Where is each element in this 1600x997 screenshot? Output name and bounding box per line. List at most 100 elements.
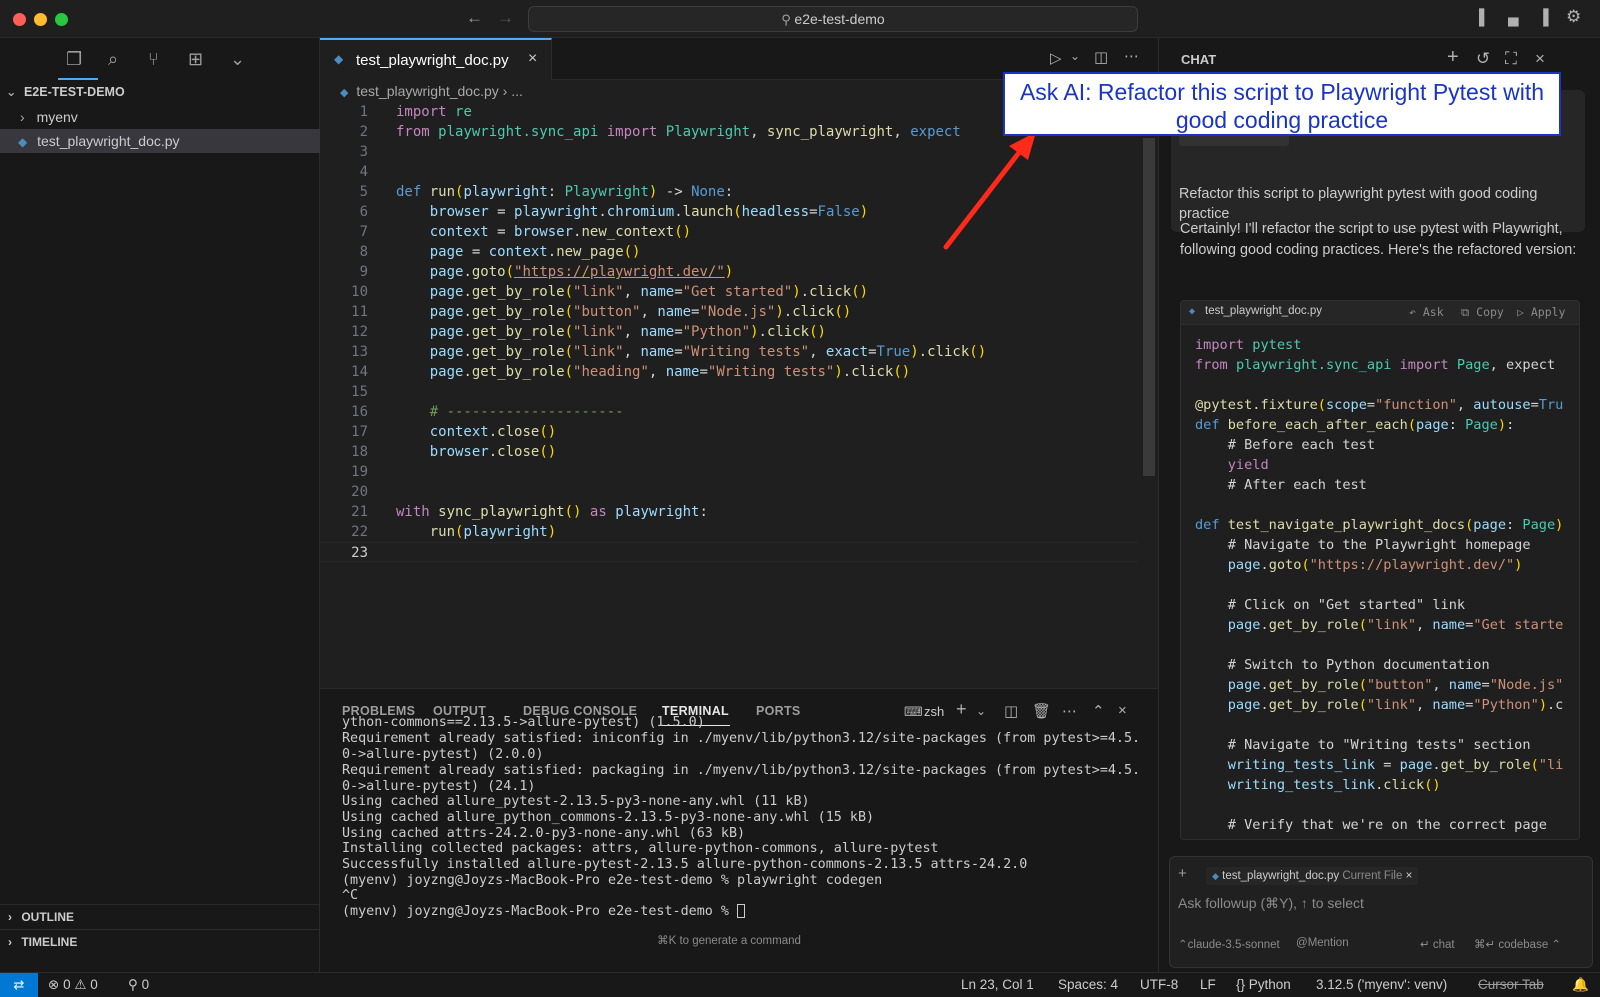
editor-tab-active[interactable]: ◆ test_playwright_doc.py ×: [320, 38, 552, 80]
chevron-up-icon: ⌃: [1548, 939, 1562, 951]
tab-ports[interactable]: PORTS: [756, 704, 801, 718]
expand-icon[interactable]: ⛶: [1505, 49, 1517, 69]
terminal-line: ^C: [342, 888, 359, 903]
tree-item-myenv[interactable]: › myenv: [0, 105, 320, 129]
trash-icon[interactable]: 🗑: [1032, 702, 1051, 720]
code-block-filename: test_playwright_doc.py: [1205, 305, 1322, 317]
chevron-down-icon: ⌄: [6, 85, 17, 99]
apply-button[interactable]: ▷ Apply: [1517, 305, 1565, 319]
workspace-title: e2e-test-demo: [794, 11, 885, 27]
workspace-root[interactable]: ⌄ E2E-TEST-DEMO: [0, 80, 320, 104]
cursor-tab-status[interactable]: Cursor Tab: [1478, 977, 1544, 992]
chevron-down-icon[interactable]: ⌄: [976, 704, 986, 718]
code-line: # Verify that we're on the correct page: [1195, 817, 1547, 833]
chevron-right-icon: ›: [20, 109, 25, 125]
indentation[interactable]: Spaces: 4: [1058, 977, 1118, 992]
maximize-panel-icon[interactable]: ⌃: [1092, 702, 1105, 720]
more-actions-icon[interactable]: ⋯: [1062, 702, 1077, 720]
line-number: 5: [359, 184, 368, 200]
minimize-window-button[interactable]: [34, 13, 47, 26]
code-line: yield: [1227, 457, 1269, 473]
add-context-icon[interactable]: +: [1178, 865, 1187, 882]
tree-item-label: test_playwright_doc.py: [37, 133, 180, 149]
code-block[interactable]: ◆ test_playwright_doc.py ↶ Ask ⧉ Copy ▷ …: [1180, 300, 1580, 840]
add-terminal-icon[interactable]: +: [956, 699, 967, 720]
copy-label: Copy: [1476, 305, 1504, 319]
run-icon[interactable]: ▷: [1050, 49, 1062, 67]
explorer-icon[interactable]: ❐: [66, 49, 82, 70]
remote-indicator-icon[interactable]: ⇄: [0, 973, 38, 997]
toggle-sidebar-icon[interactable]: ▌: [1479, 9, 1490, 26]
followup-input[interactable]: Ask followup (⌘Y), ↑ to select: [1178, 895, 1364, 912]
language-mode[interactable]: {} Python: [1236, 977, 1291, 992]
close-icon[interactable]: ×: [528, 50, 537, 68]
terminal-line: 0->allure-pytest) (24.1): [342, 779, 536, 794]
outline-section[interactable]: › OUTLINE: [0, 904, 320, 928]
chat-submit-button[interactable]: ↵ chat: [1420, 937, 1455, 951]
shell-name[interactable]: zsh: [924, 704, 944, 719]
language-label: Python: [1248, 977, 1291, 992]
line-number: 22: [351, 524, 368, 540]
timeline-label: TIMELINE: [21, 935, 78, 949]
codebase-submit-button[interactable]: ⌘↵ codebase ⌃: [1474, 937, 1561, 951]
more-actions-icon[interactable]: ⋯: [1124, 47, 1139, 65]
breadcrumb-separator: ›: [502, 83, 512, 99]
end-of-line[interactable]: LF: [1200, 977, 1216, 992]
code-text: with sync_playwright() as playwright:: [396, 504, 708, 520]
breadcrumb-more[interactable]: ...: [511, 83, 523, 99]
command-center-search[interactable]: ⚲ e2e-test-demo: [528, 6, 1138, 32]
settings-gear-icon[interactable]: ⚙: [1566, 7, 1581, 27]
toggle-secondary-sidebar-icon[interactable]: ▐: [1538, 9, 1549, 26]
notifications-bell-icon[interactable]: 🔔: [1572, 977, 1589, 993]
cmd-enter-icon: ⌘↵: [1474, 939, 1499, 951]
context-file-pill[interactable]: ◆ test_playwright_doc.py Current File ×: [1206, 867, 1419, 885]
ports-status[interactable]: ⚲ 0: [128, 977, 149, 993]
chevron-down-icon[interactable]: ⌄: [230, 49, 245, 70]
ask-button[interactable]: ↶ Ask: [1409, 305, 1444, 319]
toggle-panel-icon[interactable]: ▄: [1508, 9, 1519, 26]
python-file-icon: ◆: [18, 135, 28, 149]
close-panel-icon[interactable]: ×: [1118, 702, 1127, 719]
model-selector[interactable]: ⌃claude-3.5-sonnet: [1178, 937, 1280, 951]
chevron-right-icon: ›: [8, 910, 12, 924]
history-icon[interactable]: ↺: [1476, 49, 1490, 69]
line-number: 11: [351, 304, 368, 320]
scrollbar-thumb[interactable]: [1143, 138, 1155, 476]
timeline-section[interactable]: › TIMELINE: [0, 929, 320, 953]
code-text: page.get_by_role("link", name="Python").…: [429, 324, 826, 340]
code-text: # ---------------------: [396, 404, 624, 420]
breadcrumb-file[interactable]: test_playwright_doc.py: [356, 83, 498, 99]
search-icon[interactable]: ⌕: [108, 49, 118, 70]
tree-item-test-file[interactable]: ◆ test_playwright_doc.py: [0, 129, 320, 153]
prompt-text: (myenv) joyzng@Joyzs-MacBook-Pro e2e-tes…: [342, 904, 738, 919]
forward-arrow-icon[interactable]: →: [497, 8, 514, 28]
encoding[interactable]: UTF-8: [1140, 977, 1178, 992]
warning-count: 0: [90, 977, 98, 992]
cursor-position[interactable]: Ln 23, Col 1: [961, 977, 1034, 992]
ai-message-text: Certainly! I'll refactor the script to u…: [1180, 221, 1577, 258]
code-text: context.close(): [429, 424, 557, 440]
split-terminal-icon[interactable]: ◫: [1004, 702, 1018, 720]
chevron-down-icon[interactable]: ⌄: [1070, 49, 1080, 63]
mention-button[interactable]: @Mention: [1296, 937, 1349, 949]
maximize-window-button[interactable]: [55, 13, 68, 26]
apply-label: Apply: [1530, 305, 1566, 319]
new-chat-icon[interactable]: +: [1447, 46, 1459, 69]
back-arrow-icon[interactable]: ←: [466, 8, 483, 28]
problems-status[interactable]: ⊗ 0 ⚠ 0: [48, 977, 98, 993]
codebase-label: codebase: [1498, 939, 1549, 951]
close-window-button[interactable]: [13, 13, 26, 26]
terminal-line: (myenv) joyzng@Joyzs-MacBook-Pro e2e-tes…: [342, 873, 883, 888]
close-icon[interactable]: ×: [1406, 870, 1413, 882]
split-editor-icon[interactable]: ◫: [1094, 48, 1108, 66]
python-interpreter[interactable]: 3.12.5 ('myenv': venv): [1316, 977, 1447, 992]
close-icon[interactable]: ×: [1535, 49, 1545, 69]
chat-input-box[interactable]: + ◆ test_playwright_doc.py Current File …: [1169, 856, 1593, 968]
copy-button[interactable]: ⧉ Copy: [1461, 305, 1504, 320]
python-file-icon: ◆: [340, 87, 349, 99]
code-line: page.get_by_role("button", name="Node.js…: [1227, 677, 1564, 693]
extensions-icon[interactable]: ⊞: [188, 49, 203, 70]
source-control-icon[interactable]: ⑂: [148, 49, 159, 70]
terminal-cursor: [737, 904, 746, 918]
breadcrumb[interactable]: ◆ test_playwright_doc.py › ...: [340, 83, 523, 99]
